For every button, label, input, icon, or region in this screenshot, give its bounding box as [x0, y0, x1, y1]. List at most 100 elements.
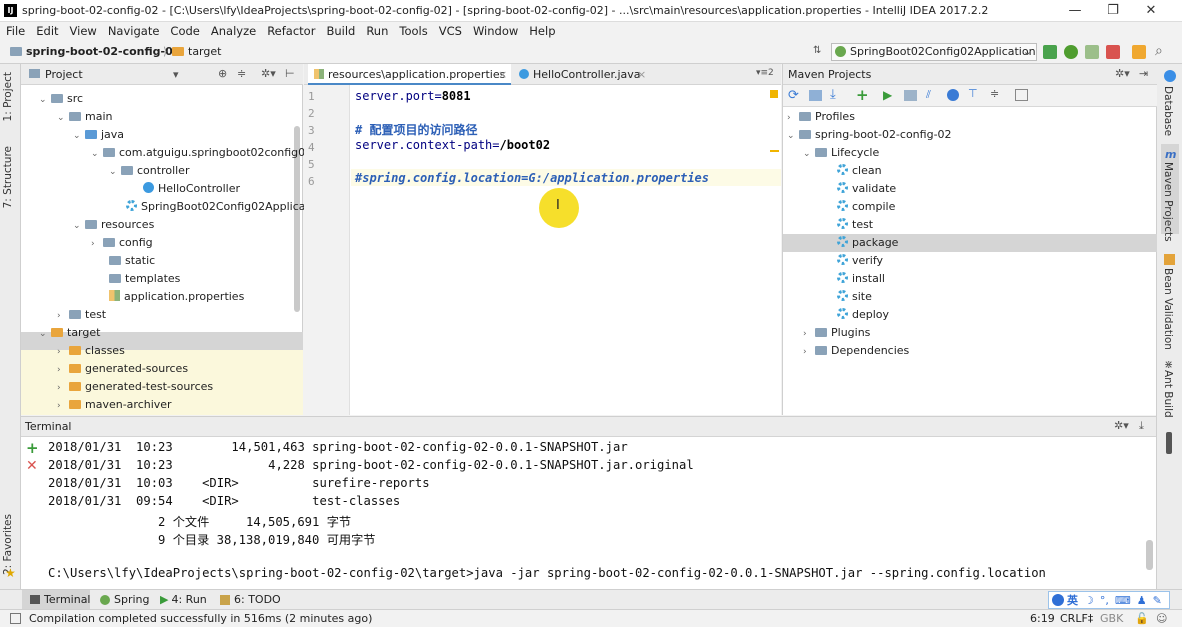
maven-profiles[interactable]: › Profiles [787, 108, 855, 126]
run-configuration-select[interactable]: SpringBoot02Config02Application ⌄ [831, 43, 1037, 61]
maven-goal-deploy[interactable]: deploy [837, 306, 889, 324]
menu-edit[interactable]: Edit [36, 24, 58, 38]
tab-close-icon[interactable]: × [637, 64, 646, 85]
project-structure-icon[interactable] [1132, 45, 1146, 59]
tool-tab-spring[interactable]: Spring [100, 593, 150, 606]
menu-window[interactable]: Window [473, 24, 518, 38]
menu-tools[interactable]: Tools [399, 24, 427, 38]
close-button[interactable]: ✕ [1136, 2, 1166, 20]
tab-close-icon[interactable]: × [498, 64, 507, 85]
menu-analyze[interactable]: Analyze [211, 24, 256, 38]
status-toggle-icon[interactable] [10, 613, 21, 624]
error-stripe-marker[interactable] [770, 150, 779, 152]
menu-build[interactable]: Build [326, 24, 355, 38]
tab-hello-controller[interactable]: HelloController.java × [513, 64, 649, 85]
close-session-icon[interactable]: ✕ [26, 458, 38, 474]
caret-position[interactable]: 6:19 [1030, 612, 1055, 625]
hide-terminal-icon[interactable]: ⤓ [1139, 419, 1144, 433]
sort-icon[interactable]: ⇅ [813, 45, 821, 56]
rerun-icon[interactable] [1043, 45, 1057, 59]
structure-tool-tab[interactable]: 7: Structure [2, 146, 14, 208]
menu-help[interactable]: Help [529, 24, 555, 38]
code-line-3[interactable]: # 配置项目的访问路径 [355, 121, 477, 138]
terminal-command-line[interactable]: C:\Users\lfy\IdeaProjects\spring-boot-02… [48, 566, 1046, 580]
maven-goal-install[interactable]: install [837, 270, 885, 288]
maven-project[interactable]: ⌄ spring-boot-02-config-02 [787, 126, 952, 144]
tree-item-generated-test-sources[interactable]: › generated-test-sources [57, 378, 213, 396]
line-separator[interactable]: CRLF‡ [1060, 612, 1093, 625]
add-icon[interactable]: + [856, 86, 869, 104]
maven-goal-site[interactable]: site [837, 288, 872, 306]
generate-sources-icon[interactable] [809, 90, 822, 101]
debug-icon[interactable] [1064, 45, 1078, 59]
tree-item-config[interactable]: › config [91, 234, 153, 252]
collapse-all-icon[interactable]: ≑ [990, 87, 999, 100]
tree-item-src[interactable]: ⌄ src [39, 90, 83, 108]
search-icon[interactable]: ⌕ [1155, 43, 1163, 59]
maximize-button[interactable]: ❐ [1098, 2, 1128, 20]
lock-icon[interactable]: 🔓 [1135, 612, 1149, 625]
menu-view[interactable]: View [70, 24, 97, 38]
menu-vcs[interactable]: VCS [439, 24, 462, 38]
database-tool-tab[interactable]: Database [1162, 86, 1174, 136]
maven-goal-package[interactable]: package [837, 234, 898, 252]
refresh-icon[interactable]: ⟳ [788, 88, 799, 103]
tool-tab-terminal[interactable]: Terminal [30, 593, 91, 606]
menu-refactor[interactable]: Refactor [267, 24, 315, 38]
tree-item-controller[interactable]: ⌄ controller [109, 162, 189, 180]
code-line-6[interactable]: #spring.config.location=G:/application.p… [355, 171, 709, 185]
tree-item-static[interactable]: static [109, 252, 155, 270]
run-icon[interactable]: ▶ [883, 88, 892, 102]
scroll-from-source-icon[interactable]: ⊕ [218, 67, 227, 80]
maven-dependencies[interactable]: › Dependencies [803, 342, 909, 360]
maven-settings-icon[interactable]: ✲▾ [1115, 67, 1130, 80]
tool-tab-todo[interactable]: 6: TODO [220, 593, 281, 606]
inspector-icon[interactable]: ☺ [1156, 612, 1167, 625]
minimize-button[interactable]: — [1060, 2, 1090, 20]
hide-panel-icon[interactable]: ⊢ [285, 67, 295, 80]
download-icon[interactable]: ⤓ [830, 87, 836, 102]
tree-item-classes[interactable]: › classes [57, 342, 125, 360]
maven-goal-test[interactable]: test [837, 216, 873, 234]
menu-navigate[interactable]: Navigate [108, 24, 160, 38]
skip-tests-icon[interactable] [947, 89, 959, 101]
tree-item-templates[interactable]: templates [109, 270, 180, 288]
tree-item-generated-sources[interactable]: › generated-sources [57, 360, 188, 378]
ant-build-tool-tab[interactable]: Ant Build [1162, 370, 1174, 418]
maven-goal-validate[interactable]: validate [837, 180, 896, 198]
terminal-settings-icon[interactable]: ✲▾ [1114, 419, 1129, 432]
bean-validation-tool-tab[interactable]: Bean Validation [1162, 268, 1174, 350]
terminal-scrollbar[interactable] [1146, 540, 1153, 570]
code-line-4[interactable]: server.context-path=/boot02 [355, 138, 550, 152]
maven-lifecycle[interactable]: ⌄ Lifecycle [803, 144, 879, 162]
maven-goal-compile[interactable]: compile [837, 198, 895, 216]
collapse-all-icon[interactable]: ≑ [237, 67, 246, 80]
maven-settings-file-icon[interactable] [1015, 89, 1028, 101]
menu-file[interactable]: File [6, 24, 25, 38]
tab-overflow-icon[interactable]: ▾≡2 [756, 68, 774, 78]
tree-item-maven-archiver[interactable]: › maven-archiver [57, 396, 172, 414]
maven-goal-verify[interactable]: verify [837, 252, 883, 270]
tree-item-resources[interactable]: ⌄ resources [73, 216, 154, 234]
view-dropdown-icon[interactable]: ▾ [173, 68, 179, 81]
tree-item-main[interactable]: ⌄ main [57, 108, 112, 126]
maven-tool-tab[interactable]: Maven Projects [1162, 162, 1174, 242]
coverage-icon[interactable] [1085, 45, 1099, 59]
hide-maven-icon[interactable]: ⇥ [1139, 67, 1148, 80]
breadcrumb-project[interactable]: spring-boot-02-config-02 [10, 45, 180, 58]
tree-item-java[interactable]: ⌄ java [73, 126, 124, 144]
maven-goal-clean[interactable]: clean [837, 162, 882, 180]
panel-settings-icon[interactable]: ✲▾ [261, 67, 276, 80]
run-config-icon[interactable] [904, 90, 917, 101]
code-line-1[interactable]: server.port=8081 [355, 89, 471, 103]
warning-marker[interactable] [770, 90, 778, 98]
toggle-offline-icon[interactable]: ⫽ [926, 88, 931, 102]
scroll-handle[interactable] [1166, 432, 1172, 454]
tree-item-application-class[interactable]: SpringBoot02Config02Applicatic [126, 198, 319, 216]
breadcrumb-folder[interactable]: target [172, 45, 221, 58]
new-session-icon[interactable]: + [26, 439, 39, 457]
menu-run[interactable]: Run [366, 24, 388, 38]
ime-toolbar[interactable]: 英 ☽ °, ⌨ ♟ ✎ [1048, 591, 1170, 609]
tab-application-properties[interactable]: resources\application.properties × [308, 64, 511, 85]
maven-plugins[interactable]: › Plugins [803, 324, 870, 342]
